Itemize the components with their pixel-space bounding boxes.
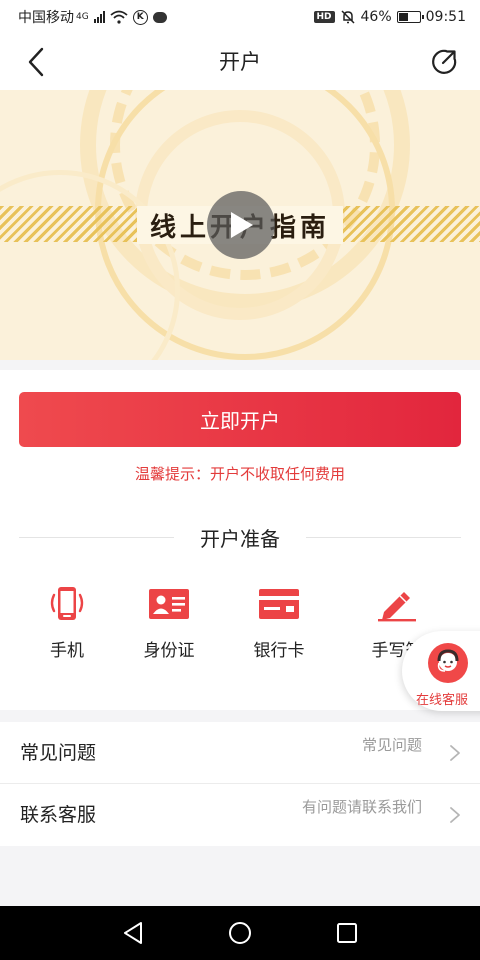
- pen-icon: [376, 586, 418, 622]
- section-header: 开户准备: [19, 522, 461, 552]
- recents-square-icon: [336, 923, 357, 943]
- hd-icon: HD: [313, 11, 335, 23]
- signal-icon: [93, 11, 105, 23]
- play-icon: [231, 212, 253, 238]
- status-left: 中国移动 4G K: [18, 7, 167, 27]
- clock-time: 09:51: [425, 9, 466, 25]
- prep-label: 手机: [50, 641, 84, 661]
- prep-item-id-card: 身份证: [119, 586, 219, 661]
- share-icon: [432, 49, 457, 74]
- customer-service-icon: [428, 643, 468, 683]
- back-triangle-icon: [124, 922, 143, 944]
- bank-card-icon: [258, 586, 300, 622]
- list-item-title: 常见问题: [20, 742, 97, 764]
- open-account-button[interactable]: 立即开户: [19, 392, 461, 447]
- chevron-right-icon: [450, 745, 460, 761]
- fee-tip: 温馨提示：开户不收取任何费用: [134, 465, 345, 483]
- list-item-title: 联系客服: [20, 804, 97, 826]
- prep-item-bank-card: 银行卡: [229, 586, 329, 661]
- nav-back-button[interactable]: [113, 913, 153, 953]
- network-type: 4G: [76, 12, 89, 22]
- help-list: 常见问题 常见问题 联系客服 有问题请联系我们: [0, 722, 480, 846]
- list-item-faq[interactable]: 常见问题 常见问题: [0, 722, 480, 784]
- divider-line: [306, 536, 461, 538]
- online-service-label: 在线客服: [416, 693, 469, 708]
- carrier-name: 中国移动: [18, 10, 74, 26]
- play-button[interactable]: [207, 191, 275, 259]
- battery-icon: [396, 11, 424, 23]
- list-item-contact-service[interactable]: 联系客服 有问题请联系我们: [0, 784, 480, 846]
- prep-item-phone: 手机: [17, 586, 117, 661]
- phone-icon: [46, 586, 88, 622]
- list-item-hint: 常见问题: [361, 736, 422, 754]
- page-title: 开户: [219, 50, 261, 74]
- home-circle-icon: [228, 922, 251, 944]
- prep-label: 银行卡: [253, 641, 305, 661]
- id-card-icon: [148, 586, 190, 622]
- online-service-button[interactable]: 在线客服: [402, 631, 480, 711]
- nav-home-button[interactable]: [220, 913, 260, 953]
- mute-bell-icon: [340, 10, 355, 24]
- prep-label: 身份证: [143, 641, 195, 661]
- wifi-icon: [110, 10, 128, 24]
- section-title: 开户准备: [200, 526, 280, 551]
- divider-line: [19, 536, 174, 538]
- chevron-right-icon: [450, 807, 460, 823]
- nav-recents-button[interactable]: [327, 913, 367, 953]
- system-nav-bar: [0, 906, 480, 960]
- status-right: HD 46% 09:51: [313, 9, 466, 25]
- guide-video-banner[interactable]: 线上开户指南: [0, 90, 480, 360]
- status-bar: 中国移动 4G K HD 46% 09:51: [0, 0, 480, 34]
- message-icon: [152, 11, 167, 23]
- k-circle-icon: K: [132, 9, 148, 25]
- share-button[interactable]: [428, 46, 460, 78]
- app-header: 开户: [0, 34, 480, 90]
- battery-percent: 46%: [360, 9, 392, 25]
- list-item-hint: 有问题请联系我们: [301, 798, 422, 816]
